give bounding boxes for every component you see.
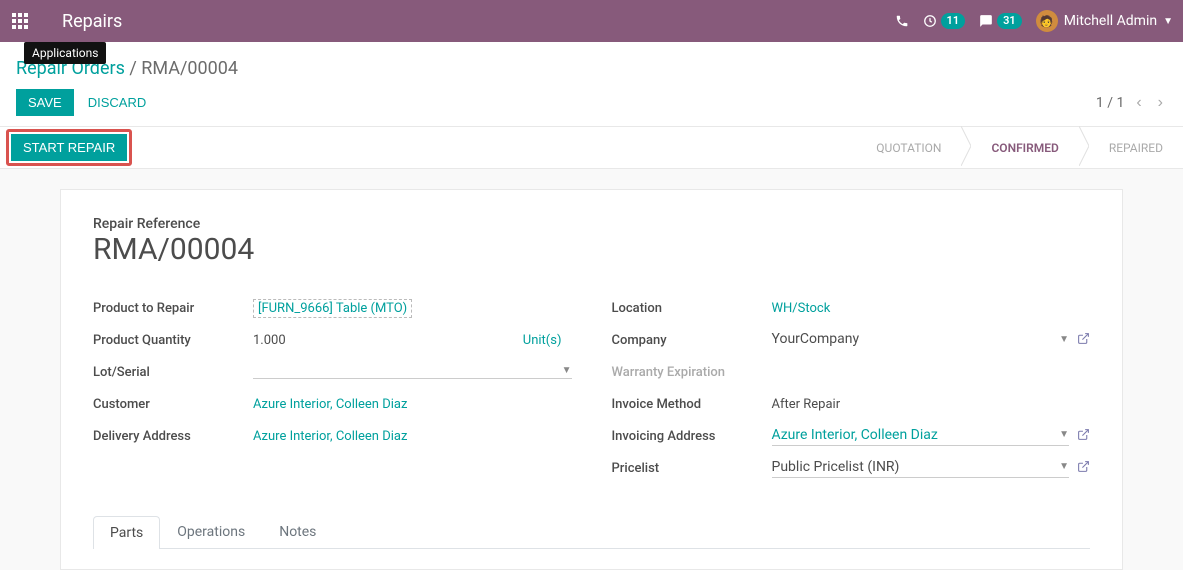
breadcrumb-current: RMA/00004 <box>141 58 238 79</box>
statusbar: START REPAIR QUOTATION CONFIRMED REPAIRE… <box>0 127 1183 169</box>
topbar: Repairs 11 31 🧑 Mitchell Admin ▼ <box>0 0 1183 42</box>
external-link-icon[interactable] <box>1077 460 1090 477</box>
save-button[interactable]: SAVE <box>16 89 74 116</box>
pager-text: 1 / 1 <box>1096 95 1124 111</box>
pricelist-label: Pricelist <box>612 461 772 476</box>
pager-next[interactable]: › <box>1154 92 1167 114</box>
start-repair-highlight: START REPAIR <box>6 129 132 166</box>
left-column: Product to Repair [FURN_9666] Table (MTO… <box>93 297 572 489</box>
customer-value[interactable]: Azure Interior, Colleen Diaz <box>253 397 407 412</box>
chevron-down-icon: ▼ <box>1059 429 1069 440</box>
pager: 1 / 1 ‹ › <box>1096 92 1167 114</box>
delivery-address-label: Delivery Address <box>93 429 253 444</box>
company-label: Company <box>612 333 772 348</box>
app-title: Repairs <box>62 11 122 32</box>
phone-icon[interactable] <box>895 14 909 28</box>
invoicing-address-label: Invoicing Address <box>612 429 772 444</box>
apps-tooltip: Applications <box>24 42 106 64</box>
location-label: Location <box>612 301 772 316</box>
start-repair-button[interactable]: START REPAIR <box>11 134 127 161</box>
activities-badge: 11 <box>941 13 966 29</box>
status-quotation[interactable]: QUOTATION <box>856 127 961 169</box>
delivery-address-value[interactable]: Azure Interior, Colleen Diaz <box>253 429 407 444</box>
breadcrumb: Repair Orders / RMA/00004 <box>16 58 1167 79</box>
chevron-down-icon: ▼ <box>1163 16 1173 27</box>
product-quantity-value[interactable]: 1.000 <box>253 333 353 348</box>
product-to-repair-label: Product to Repair <box>93 301 253 316</box>
user-avatar: 🧑 <box>1036 10 1058 32</box>
invoice-method-label: Invoice Method <box>612 397 772 412</box>
chevron-down-icon: ▼ <box>1059 334 1069 345</box>
tab-notes[interactable]: Notes <box>262 515 333 548</box>
company-value: YourCompany <box>772 331 860 347</box>
tab-operations[interactable]: Operations <box>160 515 262 548</box>
notebook-tabs: Parts Operations Notes <box>93 515 1090 549</box>
tab-parts[interactable]: Parts <box>93 516 160 549</box>
status-repaired[interactable]: REPAIRED <box>1089 127 1183 169</box>
pricelist-value: Public Pricelist (INR) <box>772 459 900 475</box>
lot-serial-label: Lot/Serial <box>93 365 253 380</box>
lot-serial-dropdown[interactable]: ▼ <box>253 365 572 379</box>
user-menu[interactable]: 🧑 Mitchell Admin ▼ <box>1036 10 1173 32</box>
product-quantity-unit[interactable]: Unit(s) <box>523 333 562 348</box>
messages-badge: 31 <box>997 13 1022 29</box>
external-link-icon[interactable] <box>1077 332 1090 349</box>
chevron-down-icon: ▼ <box>1059 461 1069 472</box>
external-link-icon[interactable] <box>1077 428 1090 445</box>
customer-label: Customer <box>93 397 253 412</box>
activities-icon[interactable]: 11 <box>923 13 966 29</box>
product-quantity-label: Product Quantity <box>93 333 253 348</box>
product-to-repair-value[interactable]: [FURN_9666] Table (MTO) <box>253 299 412 318</box>
invoicing-address-value: Azure Interior, Colleen Diaz <box>772 427 938 443</box>
invoice-method-value: After Repair <box>772 397 1091 412</box>
right-column: Location WH/Stock Company YourCompany ▼ … <box>612 297 1091 489</box>
company-dropdown[interactable]: YourCompany ▼ <box>772 331 1070 349</box>
repair-reference-value: RMA/00004 <box>93 232 1090 267</box>
messages-icon[interactable]: 31 <box>979 13 1022 29</box>
pricelist-dropdown[interactable]: Public Pricelist (INR) ▼ <box>772 459 1070 478</box>
chevron-down-icon: ▼ <box>562 365 572 376</box>
warranty-expiration-label: Warranty Expiration <box>612 365 772 380</box>
control-panel: Repair Orders / RMA/00004 SAVE DISCARD 1… <box>0 42 1183 127</box>
invoicing-address-dropdown[interactable]: Azure Interior, Colleen Diaz ▼ <box>772 427 1070 446</box>
location-value[interactable]: WH/Stock <box>772 301 831 316</box>
user-name: Mitchell Admin <box>1064 13 1157 29</box>
form-sheet: Repair Reference RMA/00004 Product to Re… <box>60 189 1123 570</box>
status-confirmed[interactable]: CONFIRMED <box>971 127 1078 169</box>
apps-icon[interactable] <box>0 0 40 42</box>
discard-button[interactable]: DISCARD <box>88 95 147 110</box>
repair-reference-label: Repair Reference <box>93 216 1090 232</box>
pager-prev[interactable]: ‹ <box>1132 92 1145 114</box>
